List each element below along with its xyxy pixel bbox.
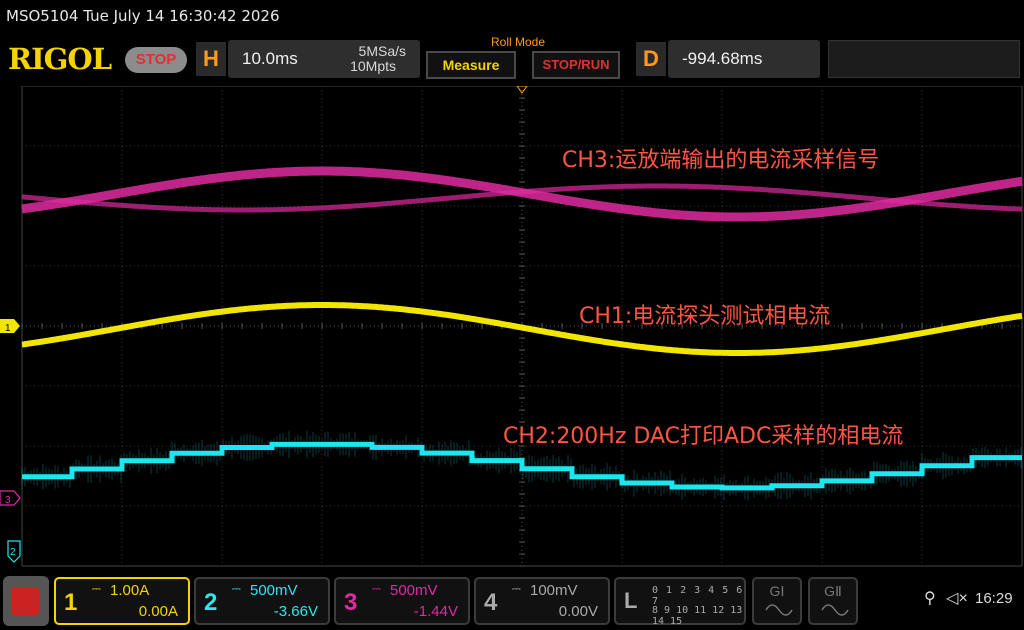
trigger-position-icon — [516, 86, 528, 94]
logic-channels-low: 0 1 2 3 4 5 6 7 — [652, 585, 744, 607]
memory-depth: 10Mpts — [350, 58, 396, 74]
channel-number: 4 — [484, 589, 498, 616]
generator-label: GⅡ — [824, 583, 842, 599]
channel-offset: -3.66V — [273, 603, 318, 620]
ch1-annotation: CH1:电流探头测试相电流 — [579, 304, 831, 329]
svg-text:3: 3 — [5, 495, 11, 506]
horizontal-icon[interactable]: H — [196, 42, 226, 76]
bottom-bar: 1 ⎓ 1.00A 0.00A 2 ⎓ 500mV -3.66V 3 ⎓ 500… — [0, 572, 1024, 630]
channel-number: 1 — [64, 589, 78, 616]
channel-scale: 100mV — [530, 582, 578, 599]
ch3-annotation: CH3:运放端输出的电流采样信号 — [562, 148, 880, 173]
ch2-offset-marker[interactable]: 2 — [7, 540, 21, 563]
menu-grid-icon — [11, 587, 39, 615]
horizontal-panel[interactable]: 10.0ms 5MSa/s 10Mpts — [228, 40, 420, 78]
brand-logo: RIGOL — [8, 42, 112, 76]
stop-run-button[interactable]: STOP/RUN — [532, 51, 620, 79]
logic-letter: L — [624, 588, 638, 613]
measure-button[interactable]: Measure — [426, 51, 516, 79]
channel-scale: 500mV — [250, 582, 298, 599]
main-menu-button[interactable] — [3, 576, 49, 626]
sine-wave-icon — [821, 604, 849, 616]
channel-offset: 0.00V — [558, 603, 598, 620]
svg-text:1: 1 — [5, 323, 11, 334]
dc-coupling-icon: ⎓ — [232, 583, 241, 595]
channel-number: 3 — [344, 589, 358, 616]
run-state-badge[interactable]: STOP — [125, 47, 187, 73]
ch1-trace — [21, 302, 1023, 356]
waveform-display[interactable]: 1 3 2 CH3:运放端输出的电流采样信号 CH1:电流探头测试相电流 CH2… — [0, 86, 1024, 568]
generator-label: GⅠ — [769, 583, 785, 599]
logic-analyzer-panel[interactable]: L 0 1 2 3 4 5 6 7 8 9 10 11 12 13 14 15 — [614, 577, 746, 627]
channel-offset: -1.44V — [413, 603, 458, 620]
speaker-mute-icon[interactable]: ◁× — [946, 590, 968, 607]
status-line: MSO5104 Tue July 14 16:30:42 2026 — [0, 0, 1024, 32]
channel-offset: 0.00A — [138, 603, 178, 620]
channel-number: 2 — [204, 589, 218, 616]
sine-wave-icon — [765, 604, 793, 616]
delay-panel[interactable]: -994.68ms — [668, 40, 820, 78]
logic-channels-high: 8 9 10 11 12 13 14 15 — [652, 605, 743, 627]
delay-value: -994.68ms — [682, 49, 763, 68]
usb-icon[interactable]: ⚲ — [924, 590, 936, 607]
channel-scale: 500mV — [390, 582, 438, 599]
svg-text:2: 2 — [10, 547, 16, 558]
generator-1-button[interactable]: GⅠ — [752, 577, 802, 625]
channel-4-panel[interactable]: 4 ⎓ 100mV 0.00V — [474, 577, 610, 625]
clock: 16:29 — [975, 590, 1013, 607]
channel-1-panel[interactable]: 1 ⎓ 1.00A 0.00A — [54, 577, 190, 625]
delay-icon[interactable]: D — [636, 42, 666, 76]
model-datetime: MSO5104 Tue July 14 16:30:42 2026 — [6, 7, 280, 25]
generator-2-button[interactable]: GⅡ — [808, 577, 858, 625]
ch2-annotation: CH2:200Hz DAC打印ADC采样的相电流 — [503, 424, 904, 449]
dc-coupling-icon: ⎓ — [512, 583, 521, 595]
timebase-value: 10.0ms — [242, 49, 298, 68]
channel-3-panel[interactable]: 3 ⎓ 500mV -1.44V — [334, 577, 470, 625]
empty-status-box — [828, 40, 1020, 78]
channel-scale: 1.00A — [110, 582, 150, 599]
sample-rate: 5MSa/s — [358, 43, 406, 59]
ch3-offset-marker[interactable]: 3 — [0, 490, 21, 506]
top-bar: RIGOL STOP H 10.0ms 5MSa/s 10Mpts Roll M… — [0, 32, 1024, 84]
channel-2-panel[interactable]: 2 ⎓ 500mV -3.66V — [194, 577, 330, 625]
acq-mode-label: Roll Mode — [490, 35, 546, 49]
ch1-offset-marker[interactable]: 1 — [0, 319, 20, 334]
dc-coupling-icon: ⎓ — [372, 583, 381, 595]
system-icons: ⚲ ◁× — [924, 588, 968, 608]
dc-coupling-icon: ⎓ — [92, 583, 101, 595]
